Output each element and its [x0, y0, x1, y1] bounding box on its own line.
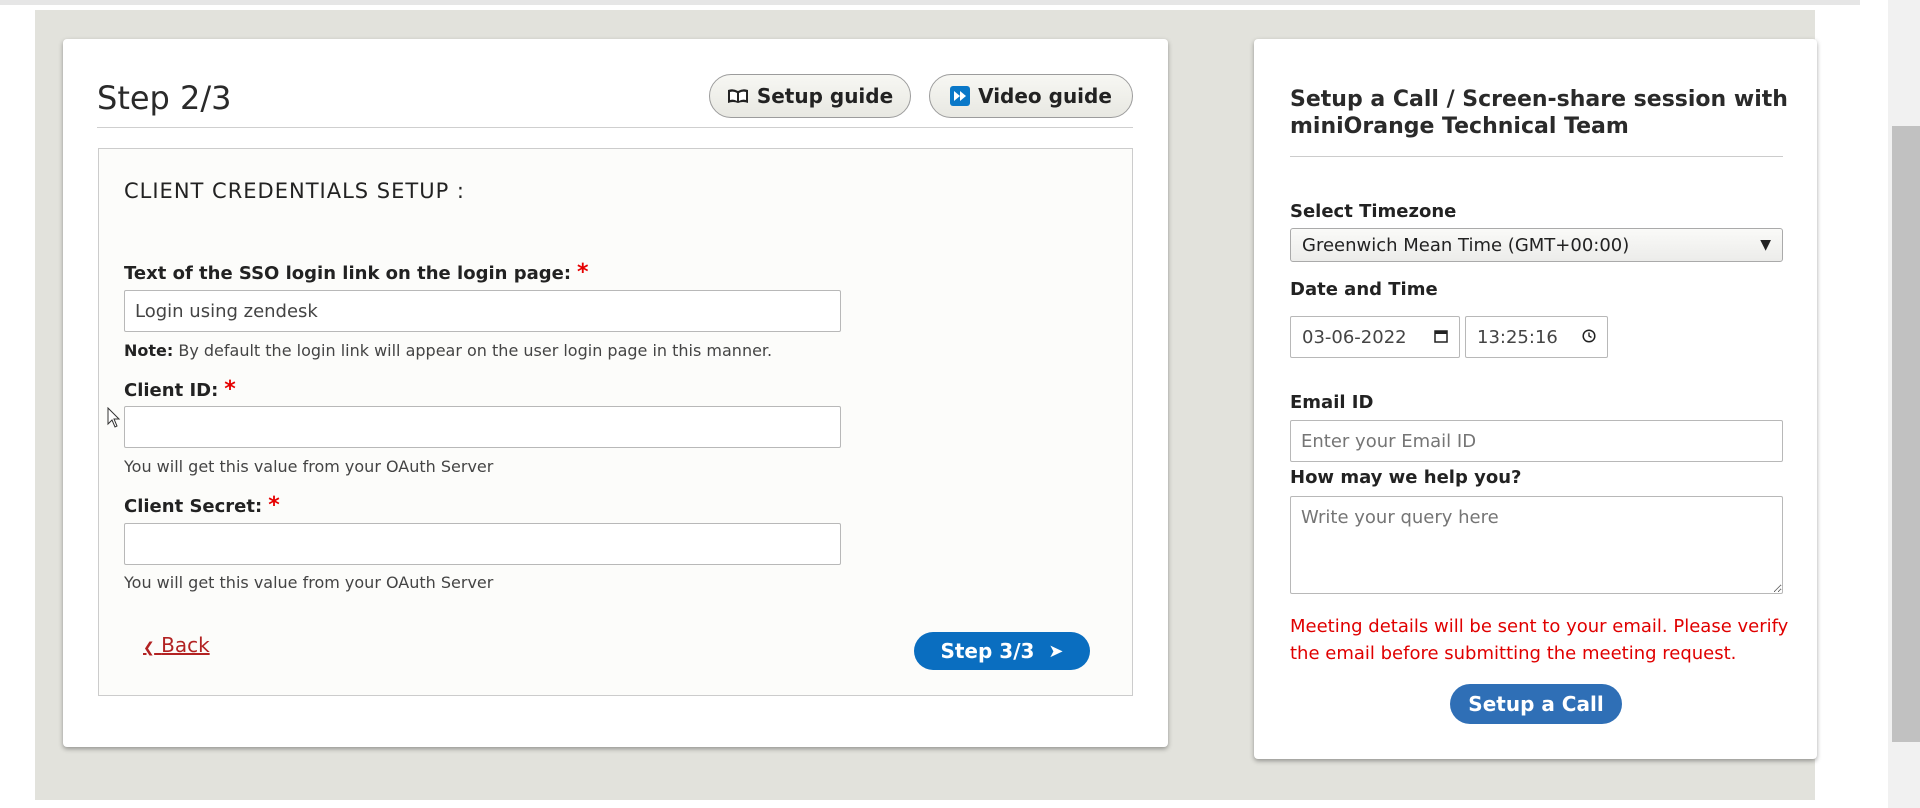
credentials-form: CLIENT CREDENTIALS SETUP : Text of the S…	[98, 148, 1133, 696]
setup-call-button[interactable]: Setup a Call	[1450, 684, 1622, 724]
time-input[interactable]: 13:25:16	[1465, 316, 1608, 358]
back-label: Back	[161, 633, 210, 657]
top-border	[0, 0, 1860, 5]
oauth-setup-card: Step 2/3 Setup guide Video guide CLIENT …	[63, 39, 1168, 747]
title-divider	[97, 127, 1133, 128]
datetime-label: Date and Time	[1290, 279, 1438, 300]
section-title: CLIENT CREDENTIALS SETUP :	[124, 179, 466, 203]
support-call-card: Setup a Call / Screen-share session with…	[1254, 39, 1817, 759]
time-value: 13:25:16	[1477, 326, 1558, 348]
login-link-label: Text of the SSO login link on the login …	[124, 260, 589, 285]
required-asterisk: *	[268, 493, 280, 518]
next-step-button[interactable]: Step 3/3 ➤	[914, 632, 1090, 670]
mouse-cursor-icon	[107, 406, 121, 433]
video-guide-label: Video guide	[978, 84, 1112, 108]
login-link-input[interactable]	[124, 290, 841, 332]
required-asterisk: *	[577, 260, 589, 285]
login-link-note: Note: By default the login link will app…	[124, 341, 773, 360]
date-input[interactable]: 03-06-2022	[1290, 316, 1460, 358]
caret-down-icon: ▼	[1760, 237, 1771, 253]
back-link[interactable]: ❮ Back	[143, 633, 210, 657]
timezone-label: Select Timezone	[1290, 201, 1457, 222]
calendar-icon	[1434, 327, 1448, 348]
email-input[interactable]	[1290, 420, 1783, 462]
client-secret-label: Client Secret: *	[124, 493, 280, 518]
client-secret-help: You will get this value from your OAuth …	[124, 573, 494, 592]
setup-guide-label: Setup guide	[756, 84, 894, 108]
email-label: Email ID	[1290, 392, 1374, 413]
scrollbar-thumb[interactable]	[1892, 126, 1920, 742]
page-title: Step 2/3	[97, 79, 232, 117]
client-id-help: You will get this value from your OAuth …	[124, 457, 494, 476]
query-label: How may we help you?	[1290, 467, 1522, 488]
client-secret-input[interactable]	[124, 523, 841, 565]
clock-icon	[1582, 327, 1596, 348]
client-id-input[interactable]	[124, 406, 841, 448]
support-title: Setup a Call / Screen-share session with…	[1290, 87, 1788, 139]
meeting-notice: Meeting details will be sent to your ema…	[1290, 616, 1789, 664]
arrow-right-icon: ➤	[1048, 640, 1064, 662]
client-id-label: Client ID: *	[124, 377, 236, 402]
setup-guide-button[interactable]: Setup guide	[709, 74, 911, 118]
chevron-left-icon: ❮	[143, 640, 155, 656]
timezone-select[interactable]: Greenwich Mean Time (GMT+00:00) ▼	[1290, 228, 1783, 262]
query-textarea[interactable]	[1290, 496, 1783, 594]
book-icon	[727, 88, 749, 104]
timezone-value: Greenwich Mean Time (GMT+00:00)	[1302, 234, 1630, 256]
date-value: 03-06-2022	[1302, 326, 1407, 348]
support-title-divider	[1290, 156, 1783, 157]
play-icon	[950, 86, 971, 106]
required-asterisk: *	[224, 377, 236, 402]
next-step-label: Step 3/3	[940, 639, 1035, 663]
video-guide-button[interactable]: Video guide	[929, 74, 1133, 118]
